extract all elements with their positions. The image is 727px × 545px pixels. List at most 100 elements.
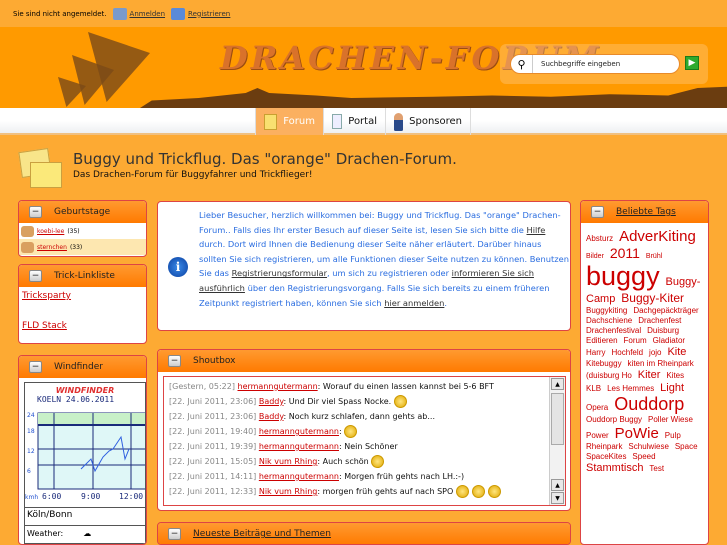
tag-link[interactable]: Brühl (646, 253, 662, 260)
tag-link[interactable]: Drachenfest (638, 316, 681, 325)
windfinder-widget[interactable]: WINDFINDER KOELN 24.06.2011 24 18 12 6 k… (24, 382, 146, 544)
welcome-text-part: über den Registrierungsvorgang. Falls Si… (199, 282, 550, 308)
tag-link[interactable]: Light (660, 382, 684, 394)
scroll-up-button[interactable]: ▲ (551, 378, 564, 390)
tag-link[interactable]: Dachgepäckträger (633, 306, 698, 315)
tag-link[interactable]: Duisburg (647, 326, 679, 335)
registration-form-link[interactable]: Registrierungsformular (232, 268, 327, 278)
tag-link[interactable]: Ouddorp (614, 394, 684, 414)
search-input[interactable]: ⚲ Suchbegriffe eingeben (510, 54, 680, 74)
tag-link[interactable]: Gladiator (653, 336, 685, 345)
scroll-down-button[interactable]: ▼ (551, 492, 564, 504)
shoutbox-title: Shoutbox (193, 356, 236, 366)
tag-link[interactable]: KLB (586, 384, 601, 393)
tab-sponsoren[interactable]: Sponsoren (385, 108, 471, 135)
tag-link[interactable]: Buggy-Kiter (621, 291, 684, 305)
login-link[interactable]: Anmelden (112, 7, 165, 20)
tag-link[interactable]: Speed (632, 452, 655, 461)
portal-icon (332, 114, 343, 129)
birthday-user-link[interactable]: sternchen (37, 244, 67, 251)
tag-link[interactable]: Buggykiting (586, 306, 627, 315)
tag-link[interactable]: Harry (586, 348, 606, 357)
login-icon (112, 7, 127, 20)
tag-link[interactable]: Kiter (638, 369, 661, 381)
tags-header: − Beliebte Tags (581, 201, 708, 223)
collapse-icon[interactable]: − (29, 361, 42, 373)
windfinder-box: − Windfinder WINDFINDER KOELN 24.06.2011 … (18, 355, 147, 545)
tricklink-tricksparty[interactable]: Tricksparty (22, 291, 143, 301)
tag-link[interactable]: 2011 (610, 245, 640, 261)
windfinder-weather: Weather: ☁ (25, 525, 145, 541)
tag-link[interactable]: Editieren (586, 336, 618, 345)
tag-link[interactable]: Ouddorp Buggy (586, 415, 642, 424)
shout-user-link[interactable]: hermanngutermann (259, 427, 339, 436)
tag-link[interactable]: Forum (624, 336, 647, 345)
y-tick: 6 (27, 468, 31, 475)
shout-user-link[interactable]: Nik vum Rhing (259, 487, 318, 496)
collapse-icon[interactable]: − (29, 206, 42, 218)
shout-user-link[interactable]: hermanngutermann (238, 382, 318, 391)
collapse-icon[interactable]: − (591, 206, 604, 218)
shout-time: [22. Juni 2011, 23:06] (169, 412, 257, 421)
shout-user-link[interactable]: Nik vum Rhing (259, 457, 318, 466)
search-submit-button[interactable]: ▶ (685, 56, 699, 70)
tab-forum-label: Forum (283, 116, 315, 127)
windfinder-brand: WINDFINDER (55, 386, 115, 395)
tag-link[interactable]: buggy (586, 261, 660, 291)
tag-link[interactable]: Kitebuggy (586, 359, 622, 368)
tag-link[interactable]: Space (675, 442, 698, 451)
shout-user-link[interactable]: hermanngutermann (259, 442, 339, 451)
folder-icon (264, 113, 278, 130)
tag-link[interactable]: PoWie (615, 425, 659, 442)
login-here-link[interactable]: hier anmelden (384, 298, 444, 308)
tag-link[interactable]: Test (649, 464, 664, 473)
shout-time: [22. Juni 2011, 19:40] (169, 427, 257, 436)
shout-user-link[interactable]: hermanngutermann (259, 472, 339, 481)
tag-link[interactable]: SpaceKites (586, 452, 626, 461)
tag-link[interactable]: Opera (586, 403, 608, 412)
tag-link[interactable]: Power (586, 431, 609, 440)
smiley-icon (487, 485, 501, 498)
tricklinks-box: − Trick-Linkliste Tricksparty FLD Stack (18, 264, 147, 344)
main-nav: Forum Portal Sponsoren (0, 108, 727, 135)
collapse-icon[interactable]: − (168, 528, 181, 540)
register-label: Registrieren (188, 9, 231, 18)
tag-link[interactable]: Schulwiese (628, 442, 668, 451)
latest-posts-link[interactable]: Neueste Beiträge und Themen (193, 529, 331, 539)
tag-link[interactable]: Drachenfestival (586, 326, 641, 335)
tag-link[interactable]: jojo (649, 348, 661, 357)
wind-chart: 24 18 12 6 kmh 6:00 9:00 12:00 (25, 412, 145, 501)
scroll-thumb[interactable] (551, 393, 564, 445)
tag-link[interactable]: Absturz (586, 234, 613, 243)
birthday-user-link[interactable]: koebi-lee (37, 228, 64, 235)
skyline-graphic (140, 86, 727, 108)
help-link[interactable]: Hilfe (527, 225, 546, 235)
tag-link[interactable]: Poller Wiese (648, 415, 693, 424)
tab-forum[interactable]: Forum (255, 108, 323, 135)
shout-user-link[interactable]: Baddy (259, 397, 284, 406)
tag-link[interactable]: Les Hemmes (607, 384, 654, 393)
register-link[interactable]: Registrieren (171, 7, 231, 20)
tag-link[interactable]: Dachschiene (586, 316, 632, 325)
tag-link[interactable]: Rheinpark (586, 442, 622, 451)
search-icon[interactable]: ⚲ (511, 55, 533, 73)
tricklink-fld-stack[interactable]: FLD Stack (22, 321, 143, 331)
scroll-up-button[interactable]: ▲ (551, 479, 564, 491)
tag-link[interactable]: AdverKiting (619, 228, 696, 245)
shout-text: : Und Dir viel Spass Nocke. (283, 397, 394, 406)
tags-box: − Beliebte Tags Absturz AdverKiting Bilde… (580, 200, 709, 545)
collapse-icon[interactable]: − (29, 270, 42, 282)
tag-link[interactable]: Stammtisch (586, 462, 643, 474)
tag-link[interactable]: Kite (667, 346, 686, 358)
tag-link[interactable]: Pulp (665, 431, 681, 440)
tab-portal[interactable]: Portal (323, 108, 385, 135)
tag-link[interactable]: Hochfeld (612, 348, 644, 357)
birthdays-title: Geburtstage (54, 207, 111, 217)
smiley-icon (471, 485, 485, 498)
tags-title-link[interactable]: Beliebte Tags (616, 207, 676, 217)
tag-link[interactable]: Bilder (586, 253, 604, 260)
shoutbox-scrollbar[interactable]: ▲ ▲ ▼ (549, 377, 565, 505)
shout-user-link[interactable]: Baddy (259, 412, 284, 421)
collapse-icon[interactable]: − (168, 355, 181, 367)
tag-link[interactable]: Kites (666, 371, 684, 380)
